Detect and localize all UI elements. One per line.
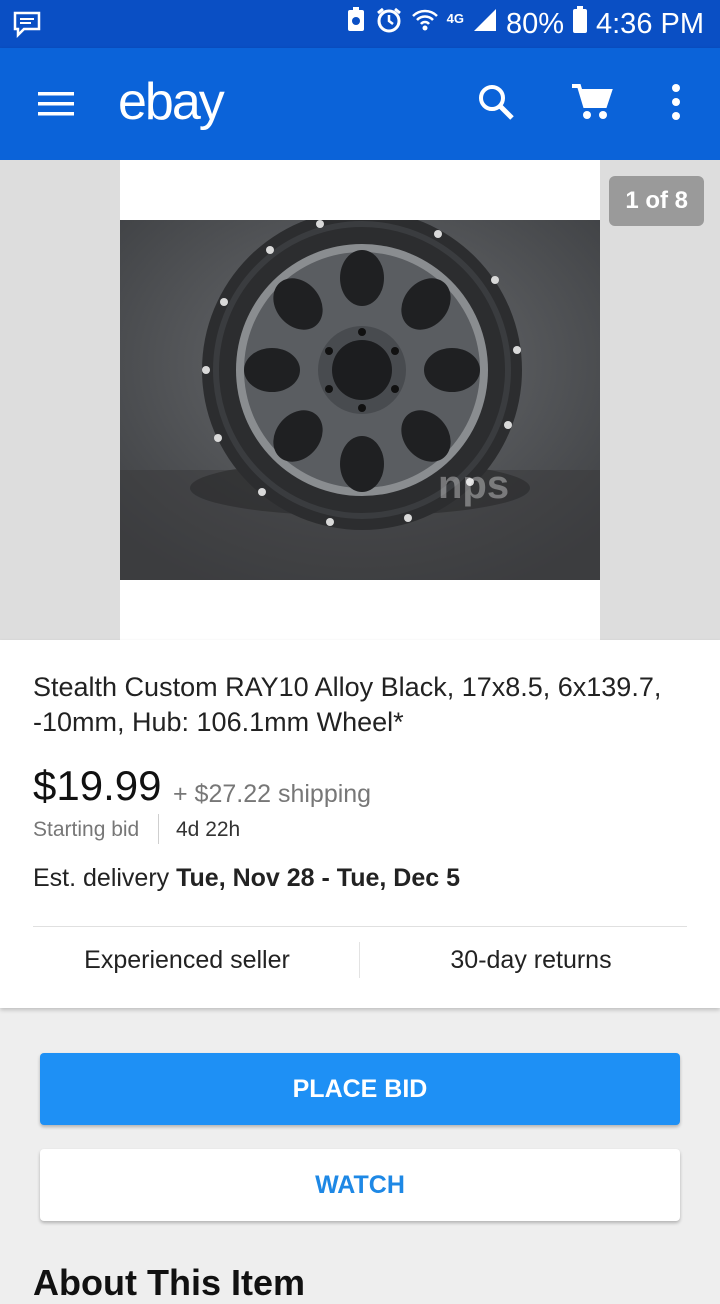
- battery-saver-icon: [345, 7, 367, 41]
- estimated-delivery: Est. delivery Tue, Nov 28 - Tue, Dec 5: [33, 864, 460, 893]
- battery-percent: 80%: [505, 7, 564, 40]
- bid-label: Starting bid: [33, 818, 140, 841]
- clock: 4:36 PM: [596, 7, 704, 40]
- battery-icon: [572, 6, 588, 42]
- listing-title: Stealth Custom RAY10 Alloy Black, 17x8.5…: [33, 672, 662, 737]
- signal-icon: [472, 7, 498, 41]
- wifi-icon: [411, 7, 439, 41]
- listing-details: Stealth Custom RAY10 Alloy Black, 17x8.5…: [0, 640, 720, 1008]
- cart-icon[interactable]: [568, 78, 616, 126]
- watermark: nps: [438, 463, 509, 507]
- product-image[interactable]: nps: [120, 220, 600, 580]
- divider: [33, 926, 687, 927]
- price: $19.99: [33, 762, 162, 809]
- search-icon[interactable]: [472, 78, 520, 126]
- status-bar: 4G 80% 4:36 PM: [0, 0, 720, 48]
- app-bar: ebay: [0, 48, 720, 160]
- more-vert-icon[interactable]: [652, 78, 700, 126]
- image-gallery[interactable]: nps 1 of 8: [0, 160, 720, 640]
- feature-experienced-seller[interactable]: Experienced seller: [37, 946, 337, 975]
- about-section-heading: About This Item: [33, 1262, 305, 1303]
- ebay-logo[interactable]: ebay: [118, 72, 225, 132]
- watch-button[interactable]: WATCH: [40, 1149, 680, 1221]
- network-type-label: 4G: [446, 10, 464, 26]
- menu-icon[interactable]: [36, 86, 76, 122]
- feature-returns[interactable]: 30-day returns: [381, 946, 681, 975]
- delivery-label: Est. delivery: [33, 864, 170, 892]
- shipping-cost: + $27.22 shipping: [173, 780, 372, 808]
- message-icon: [12, 10, 42, 43]
- image-counter: 1 of 8: [609, 176, 704, 226]
- alarm-icon: [375, 6, 403, 42]
- place-bid-button[interactable]: PLACE BID: [40, 1053, 680, 1125]
- delivery-dates: Tue, Nov 28 - Tue, Dec 5: [176, 864, 460, 892]
- time-left: 4d 22h: [176, 818, 241, 841]
- divider: [359, 942, 360, 978]
- divider: [158, 814, 159, 844]
